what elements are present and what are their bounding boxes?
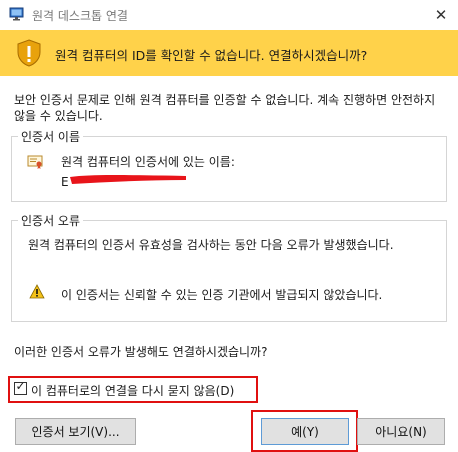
cert-error-description: 원격 컴퓨터의 인증서 유효성을 검사하는 동안 다음 오류가 발생했습니다. <box>28 238 394 252</box>
title-bar: 원격 데스크톱 연결 ✕ <box>0 0 458 30</box>
close-button[interactable]: ✕ <box>424 0 458 30</box>
view-certificate-button[interactable]: 인증서 보기(V)... <box>15 418 136 445</box>
intro-text: 보안 인증서 문제로 인해 원격 컴퓨터를 인증할 수 없습니다. 계속 진행하… <box>14 93 436 123</box>
window-title: 원격 데스크톱 연결 <box>32 9 128 23</box>
close-icon: ✕ <box>434 6 448 24</box>
cert-error-group <box>11 220 447 322</box>
remote-desktop-icon <box>9 7 24 21</box>
banner-message: 원격 컴퓨터의 ID를 확인할 수 없습니다. 연결하시겠습니까? <box>55 48 368 63</box>
cert-error-group-title: 인증서 오류 <box>18 212 84 229</box>
connect-question: 이러한 인증서 오류가 발생해도 연결하시겠습니까? <box>14 345 268 359</box>
shield-warning-icon <box>17 39 41 67</box>
no-button[interactable]: 아니요(N) <box>357 418 445 445</box>
cert-name-label: 원격 컴퓨터의 인증서에 있는 이름: <box>61 155 235 169</box>
redaction-scribble <box>70 175 186 184</box>
cert-warning-text: 이 인증서는 신뢰할 수 있는 인증 기관에서 발급되지 않았습니다. <box>61 288 383 302</box>
warning-icon <box>29 284 45 299</box>
warning-banner: 원격 컴퓨터의 ID를 확인할 수 없습니다. 연결하시겠습니까? <box>0 30 458 76</box>
checkmark-icon: ✓ <box>15 379 26 393</box>
certificate-icon <box>27 155 43 169</box>
yes-button[interactable]: 예(Y) <box>261 418 349 445</box>
dont-ask-label[interactable]: 이 컴퓨터로의 연결을 다시 묻지 않음(D) <box>31 382 234 399</box>
cert-name-group-title: 인증서 이름 <box>18 128 84 145</box>
